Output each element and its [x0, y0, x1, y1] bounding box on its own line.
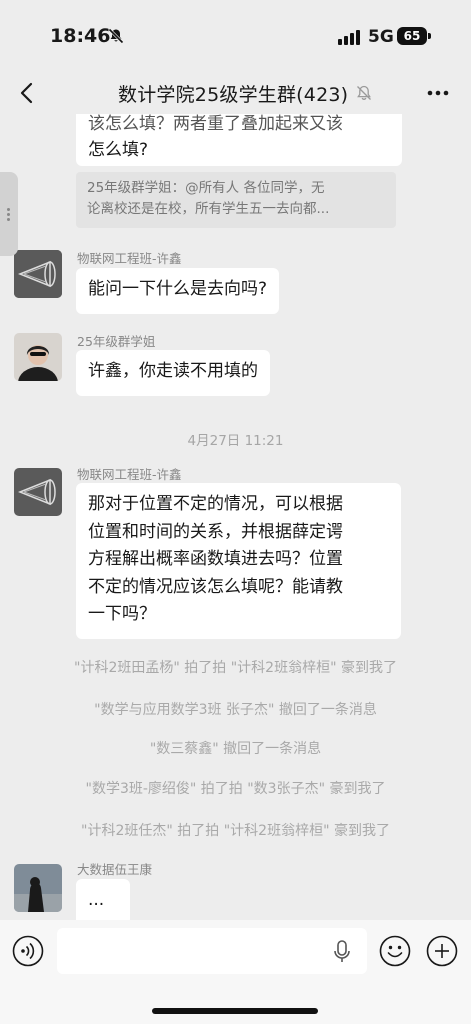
system-message: "计科2班任杰" 拍了拍 "计科2班翁梓桓" 豪到我了 — [81, 823, 390, 839]
system-message: "数学与应用数学3班 张子杰" 撤回了一条消息 — [94, 702, 377, 718]
status-time: 18:46 — [50, 25, 111, 47]
avatar-image — [14, 250, 62, 298]
back-chevron-icon[interactable] — [14, 78, 42, 108]
side-drawer-handle[interactable] — [0, 172, 18, 256]
quote-text-line: 论离校还是在校，所有学生五一去向都... — [87, 201, 330, 217]
home-indicator — [152, 1008, 318, 1014]
message-text-line: 方程解出概率函数填进去吗？位置 — [88, 549, 343, 569]
system-message: "计科2班田孟杨" 拍了拍 "计科2班翁梓桓" 豪到我了 — [74, 660, 397, 676]
avatar-image — [14, 468, 62, 516]
message-text-line: 该怎么填？两者重了叠加起来又该 — [88, 114, 343, 134]
message-list[interactable]: 该怎么填？两者重了叠加起来又该 怎么填? 25年级群学姐：@所有人 各位同学，无… — [0, 114, 471, 920]
signal-icon — [338, 30, 360, 45]
sender-name: 物联网工程班-许鑫 — [77, 467, 182, 482]
message-input[interactable] — [57, 928, 367, 974]
sender-name: 物联网工程班-许鑫 — [77, 251, 182, 266]
system-message: "数学3班-廖绍俊" 拍了拍 "数3张子杰" 豪到我了 — [85, 781, 386, 797]
quoted-message[interactable]: 25年级群学姐：@所有人 各位同学，无 论离校还是在校，所有学生五一去向都... — [76, 172, 396, 228]
message-bubble[interactable]: 能问一下什么是去向吗? — [76, 268, 280, 314]
message-text-line: 位置和时间的关系，并根据薛定谔 — [88, 521, 343, 542]
system-message: "数三蔡鑫" 撤回了一条消息 — [149, 741, 322, 757]
microphone-icon[interactable] — [332, 939, 352, 965]
avatar[interactable] — [14, 250, 62, 298]
sender-name: 大数据伍王康 — [77, 862, 153, 877]
plus-icon[interactable] — [426, 935, 458, 967]
more-options-icon[interactable] — [424, 80, 452, 106]
message-bubble[interactable]: 该怎么填？两者重了叠加起来又该 怎么填? — [76, 114, 402, 166]
quote-text-line: 25年级群学姐：@所有人 各位同学，无 — [87, 180, 325, 196]
chat-header: 数计学院25级学生群(423) — [0, 72, 471, 114]
message-timestamp: 4月27日 11:21 — [187, 433, 284, 449]
bell-off-icon — [108, 28, 124, 44]
mute-bell-icon — [357, 85, 371, 100]
message-bubble[interactable]: 许鑫，你走读不用填的 — [76, 350, 270, 396]
sender-name: 25年级群学姐 — [77, 334, 156, 349]
emoji-icon[interactable] — [379, 935, 411, 967]
message-text-line: 一下吗？ — [88, 604, 156, 624]
input-bar — [0, 920, 471, 1024]
message-bubble[interactable]: ... — [76, 879, 130, 920]
network-type: 5G — [368, 27, 394, 47]
avatar[interactable] — [14, 333, 62, 381]
avatar-image — [14, 333, 62, 381]
battery-tip — [428, 33, 431, 39]
avatar-image — [14, 864, 62, 912]
message-text-line: 不定的情况应该怎么填呢？能请教 — [88, 576, 343, 597]
message-bubble[interactable]: 那对于位置不定的情况，可以根据 位置和时间的关系，并根据薛定谔 方程解出概率函数… — [76, 483, 401, 639]
avatar[interactable] — [14, 468, 62, 516]
battery-indicator: 65 — [397, 27, 427, 45]
voice-input-icon[interactable] — [12, 935, 44, 967]
message-text-line: 那对于位置不定的情况，可以根据 — [88, 494, 343, 514]
message-text-line: 怎么填? — [88, 140, 149, 160]
status-bar: 18:46 5G 65 — [0, 0, 471, 72]
chat-title: 数计学院25级学生群(423) — [118, 84, 349, 106]
avatar[interactable] — [14, 864, 62, 912]
